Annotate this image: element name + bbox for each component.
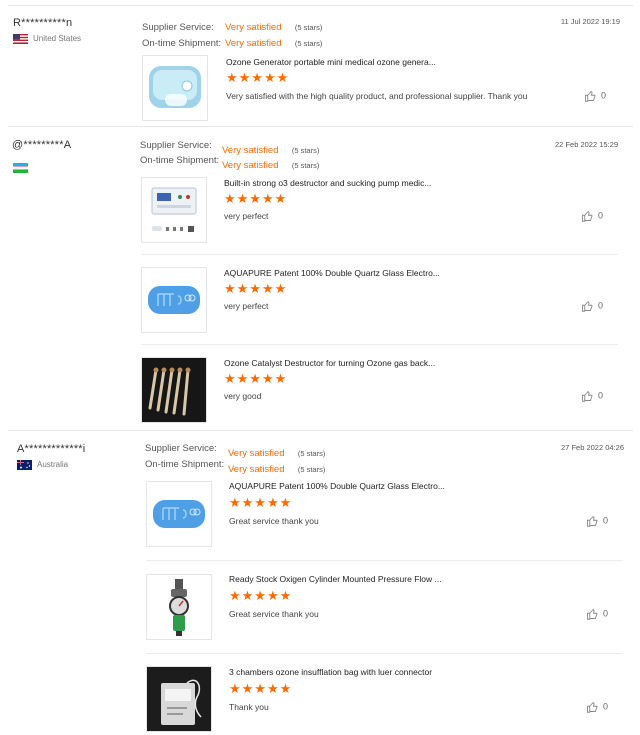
supplier-service-stars: (5 stars) [294,23,323,32]
like-button[interactable]: 0 [584,90,606,102]
product-title-link[interactable]: AQUAPURE Patent 100% Double Quartz Glass… [229,481,445,491]
divider [8,126,633,127]
supplier-service-value: Very satisfied [228,448,285,459]
shipment-row: On-time Shipment: [142,33,221,51]
product-thumbnail[interactable] [146,481,212,547]
review-comment: very perfect [224,211,269,221]
like-count: 0 [601,90,607,101]
like-button[interactable]: 0 [581,390,603,402]
divider [8,5,633,6]
reviewer-name: A*************i [17,443,86,455]
product-title-link[interactable]: Ready Stock Oxigen Cylinder Mounted Pres… [229,574,442,584]
like-count: 0 [603,515,609,526]
supplier-service-label: Supplier Service: [142,22,214,33]
shipment-rating: Very satisfied (5 stars) [228,459,325,477]
item-divider [146,653,623,654]
product-thumbnail[interactable] [146,666,212,732]
rating-stars: ★★★★★ [229,588,293,603]
thumbs-up-icon [587,701,598,713]
review-comment: Great service thank you [229,516,319,526]
divider [8,430,633,431]
shipment-label: On-time Shipment: [145,459,225,470]
shipment-value: Very satisfied [228,464,285,475]
product-title-link[interactable]: Ozone Catalyst Destructor for turning Oz… [224,358,435,368]
like-count: 0 [598,300,604,311]
reviewer-name: @*********A [12,139,72,151]
rating-stars: ★★★★★ [224,371,288,386]
product-title-link[interactable]: Built-in strong o3 destructor and suckin… [224,178,431,188]
australia-flag-icon [17,460,32,470]
item-divider [141,344,618,345]
like-button[interactable]: 0 [586,515,608,527]
product-title-link[interactable]: Ozone Generator portable mini medical oz… [226,57,436,67]
thumbs-up-icon [585,90,596,102]
shipment-stars: (5 stars) [291,161,320,170]
item-divider [146,560,623,561]
supplier-service-label: Supplier Service: [140,140,212,151]
shipment-stars: (5 stars) [294,39,323,48]
product-title-link[interactable]: AQUAPURE Patent 100% Double Quartz Glass… [224,268,440,278]
like-count: 0 [603,701,609,712]
shipment-rating: Very satisfied (5 stars) [222,155,319,173]
thumbs-up-icon [582,390,593,402]
rating-stars: ★★★★★ [229,681,293,696]
rating-stars: ★★★★★ [229,495,293,510]
product-title-link[interactable]: 3 chambers ozone insufflation bag with l… [229,667,432,677]
product-thumbnail[interactable] [142,55,208,121]
reviewer-name: R**********n [13,17,73,29]
reviewer-country: Australia [17,460,68,470]
like-button[interactable]: 0 [586,608,608,620]
supplier-service-label: Supplier Service: [145,443,217,454]
product-thumbnail[interactable] [141,267,207,333]
item-divider [141,254,618,255]
shipment-stars: (5 stars) [297,465,326,474]
like-button[interactable]: 0 [581,210,603,222]
product-thumbnail[interactable] [141,177,207,243]
thumbs-up-icon [587,515,598,527]
review-date: 27 Feb 2022 04:26 [561,443,624,452]
review-comment: Very satisfied with the high quality pro… [226,91,528,101]
shipment-label: On-time Shipment: [140,155,220,166]
us-flag-icon [13,34,28,44]
uzbekistan-flag-icon [13,160,28,173]
country-name: United States [33,34,82,44]
rating-stars: ★★★★★ [224,281,288,296]
shipment-rating: Very satisfied (5 stars) [225,33,322,51]
rating-stars: ★★★★★ [226,70,290,85]
product-thumbnail[interactable] [146,574,212,640]
reviewer-country: United States [13,34,81,44]
thumbs-up-icon [582,300,593,312]
thumbs-up-icon [587,608,598,620]
like-count: 0 [598,210,604,221]
review-date: 11 Jul 2022 19:19 [560,17,620,26]
like-count: 0 [603,608,609,619]
shipment-value: Very satisfied [225,38,282,49]
review-date: 22 Feb 2022 15:29 [555,140,618,149]
product-thumbnail[interactable] [141,357,207,423]
supplier-service-value: Very satisfied [225,22,282,33]
shipment-label: On-time Shipment: [142,38,222,49]
like-count: 0 [598,390,604,401]
thumbs-up-icon [582,210,593,222]
like-button[interactable]: 0 [586,701,608,713]
supplier-service-stars: (5 stars) [291,146,320,155]
review-comment: very good [224,391,262,401]
supplier-service-stars: (5 stars) [297,449,326,458]
reviewer-country [13,156,33,174]
review-comment: Great service thank you [229,609,319,619]
country-name: Australia [37,460,69,470]
review-comment: very perfect [224,301,269,311]
like-button[interactable]: 0 [581,300,603,312]
review-comment: Thank you [229,702,269,712]
shipment-value: Very satisfied [222,160,279,171]
rating-stars: ★★★★★ [224,191,288,206]
